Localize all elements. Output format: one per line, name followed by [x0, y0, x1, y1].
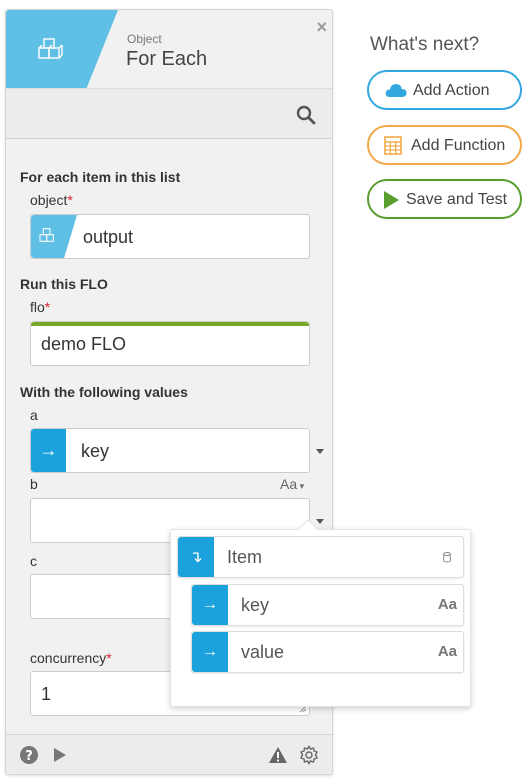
arrow-right-icon: →	[192, 632, 228, 672]
tree-item-value[interactable]: → value Aa	[191, 631, 464, 673]
search-icon[interactable]	[296, 105, 316, 125]
tree-item-label: value	[241, 642, 285, 662]
object-field-label: object*	[30, 192, 73, 208]
panel-header: Object For Each ×	[6, 10, 332, 88]
object-input[interactable]: output	[30, 214, 310, 259]
return-arrow-icon: ↴	[178, 537, 214, 577]
settings-icon[interactable]	[299, 745, 319, 765]
tree-item-key[interactable]: → key Aa	[191, 584, 464, 626]
required-mark: *	[106, 650, 112, 666]
b-field-label: b	[30, 476, 38, 492]
header-badge	[6, 10, 118, 88]
calculator-icon	[384, 136, 402, 155]
value-picker-popup: ↴ Item → key Aa → value Aa	[170, 519, 471, 707]
play-icon	[384, 191, 399, 209]
add-action-label: Add Action	[413, 82, 490, 99]
required-mark: *	[44, 299, 51, 315]
section-title-list: For each item in this list	[20, 169, 181, 185]
help-icon[interactable]: ?	[19, 745, 39, 765]
object-icon	[39, 228, 54, 242]
flo-status-bar	[31, 322, 309, 326]
save-and-test-button[interactable]: Save and Test	[367, 179, 522, 219]
flo-field-label: flo*	[30, 299, 50, 315]
b-type-text: Aa	[280, 476, 298, 492]
flo-label-text: flo	[30, 299, 45, 315]
play-icon[interactable]	[49, 745, 69, 765]
add-function-label: Add Function	[411, 137, 506, 154]
panel-footer: ?	[6, 734, 332, 774]
a-value: key	[81, 441, 110, 461]
chevron-down-icon: ▾	[297, 481, 305, 491]
cloud-icon	[385, 84, 407, 97]
c-field-label: c	[30, 553, 37, 569]
database-icon	[443, 552, 451, 563]
concurrency-value: 1	[41, 684, 52, 704]
arrow-right-icon: →	[31, 429, 66, 472]
concurrency-field-label: concurrency*	[30, 650, 112, 666]
arrow-right-icon: →	[192, 585, 228, 625]
close-button[interactable]: ×	[316, 18, 327, 36]
a-field-label: a	[30, 407, 38, 423]
node-type-label: Object	[127, 32, 162, 46]
node-title: For Each	[126, 48, 208, 70]
a-dropdown-caret[interactable]	[316, 449, 324, 454]
section-title-values: With the following values	[20, 384, 188, 400]
type-text-icon: Aa	[437, 643, 457, 660]
section-title-flo: Run this FLO	[20, 276, 108, 292]
flo-value: demo FLO	[41, 334, 127, 354]
object-value: output	[83, 227, 134, 247]
tree-item-label: Item	[227, 547, 263, 567]
tree-item-root[interactable]: ↴ Item	[177, 536, 464, 578]
add-function-button[interactable]: Add Function	[367, 125, 522, 165]
svg-text:?: ?	[25, 749, 33, 764]
object-chip	[31, 215, 77, 258]
save-and-test-label: Save and Test	[406, 191, 508, 208]
flo-input[interactable]: demo FLO	[30, 321, 310, 366]
object-label-text: object	[30, 192, 68, 208]
b-dropdown-caret[interactable]	[316, 519, 324, 524]
whats-next-title: What's next?	[370, 34, 480, 55]
type-text-icon: Aa	[437, 596, 457, 613]
warning-icon[interactable]	[268, 745, 288, 765]
concurrency-label-text: concurrency	[30, 650, 107, 666]
b-type-toggle[interactable]: Aa ▾	[280, 476, 304, 492]
required-mark: *	[67, 192, 73, 208]
object-icon	[38, 38, 63, 59]
a-input[interactable]: → key	[30, 428, 310, 473]
search-bar	[6, 88, 332, 139]
tree-item-label: key	[241, 595, 270, 615]
add-action-button[interactable]: Add Action	[367, 70, 522, 110]
